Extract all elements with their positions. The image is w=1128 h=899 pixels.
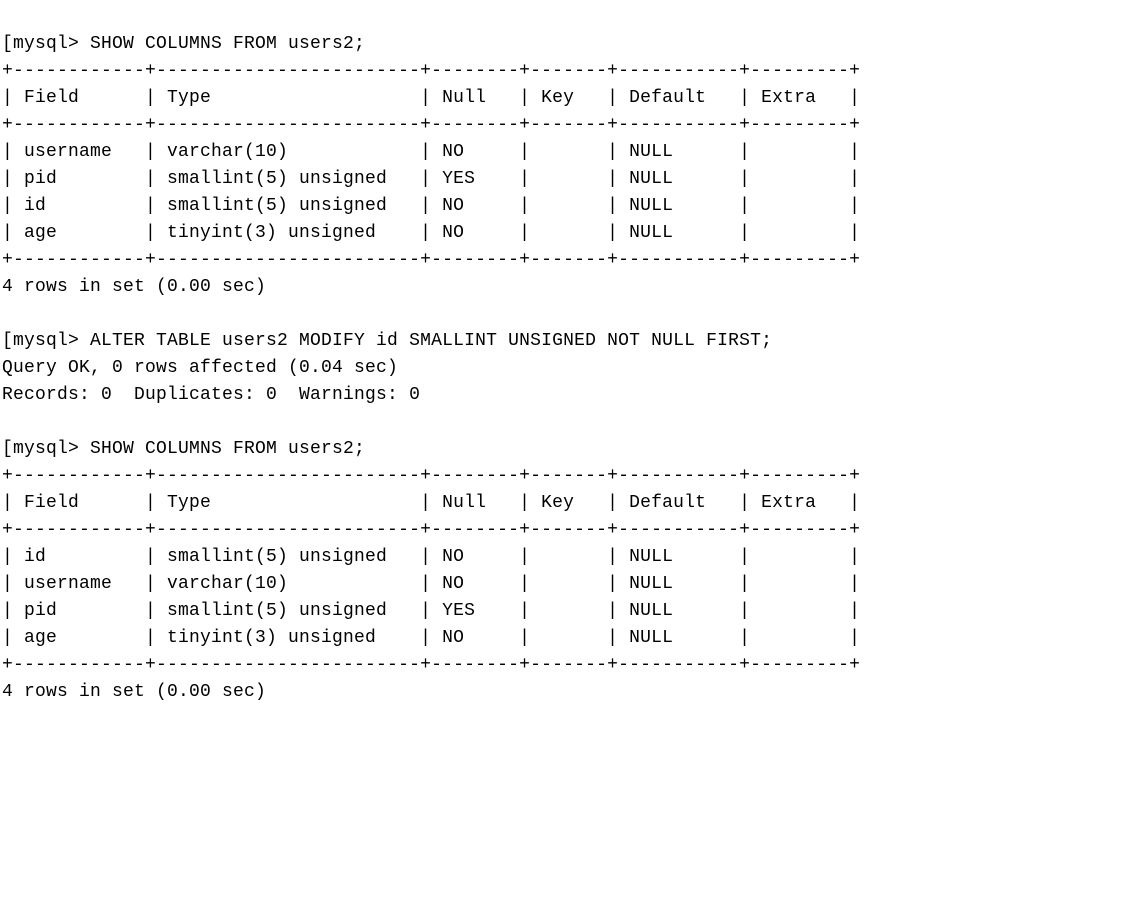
- terminal-output: [mysql> SHOW COLUMNS FROM users2; +-----…: [2, 31, 1126, 706]
